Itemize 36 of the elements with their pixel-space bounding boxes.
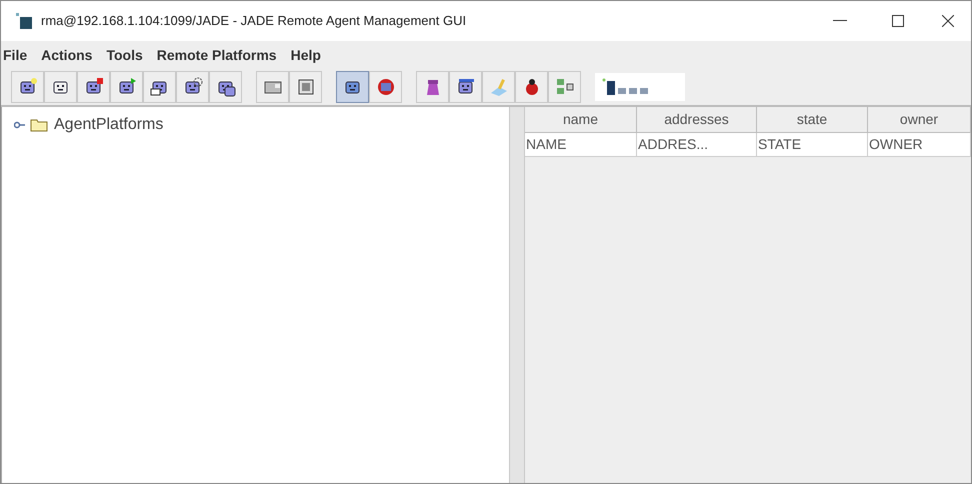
menu-item[interactable]: File (3, 44, 28, 66)
menu-item[interactable]: Remote Platforms (156, 44, 277, 66)
toolbar-button[interactable] (143, 71, 176, 103)
close-icon (942, 15, 954, 27)
tree-handle-icon[interactable] (14, 120, 26, 130)
column-header[interactable]: owner (868, 107, 971, 133)
toolbar-button[interactable] (449, 71, 482, 103)
toolbar-button[interactable] (548, 71, 581, 103)
column-header[interactable]: state (757, 107, 868, 133)
toolbar-button[interactable] (11, 71, 44, 103)
table-cell: OWNER (868, 133, 971, 157)
toolbar-button[interactable] (209, 71, 242, 103)
tree-item[interactable]: AgentPlatforms (54, 113, 164, 137)
menu-item[interactable]: Tools (106, 44, 143, 66)
window-title: rma@192.168.1.104:1099/JADE - JADE Remote Agent Management GUI (41, 12, 466, 30)
table-cell: NAME (525, 133, 637, 157)
table-cell: ADDRES... (637, 133, 757, 157)
menu-item[interactable]: Help (290, 44, 321, 66)
app-logo-icon (15, 12, 33, 30)
table-cell: STATE (757, 133, 868, 157)
toolbar-button[interactable] (289, 71, 322, 103)
toolbar-button[interactable] (110, 71, 143, 103)
toolbar-button[interactable] (176, 71, 209, 103)
column-header[interactable]: addresses (637, 107, 757, 133)
toolbar-button[interactable] (77, 71, 110, 103)
folder-icon (30, 118, 48, 132)
toolbar-button[interactable] (44, 71, 77, 103)
agent-disc-icon (376, 77, 396, 97)
toolbar-button[interactable] (256, 71, 289, 103)
toolbar-button[interactable] (336, 71, 369, 103)
brush-icon (488, 77, 508, 97)
column-header[interactable]: name (525, 107, 637, 133)
minimize-icon (833, 20, 847, 22)
toolbar-button[interactable] (515, 71, 548, 103)
maximize-icon (892, 15, 904, 27)
menu-item[interactable]: Actions (41, 44, 92, 66)
